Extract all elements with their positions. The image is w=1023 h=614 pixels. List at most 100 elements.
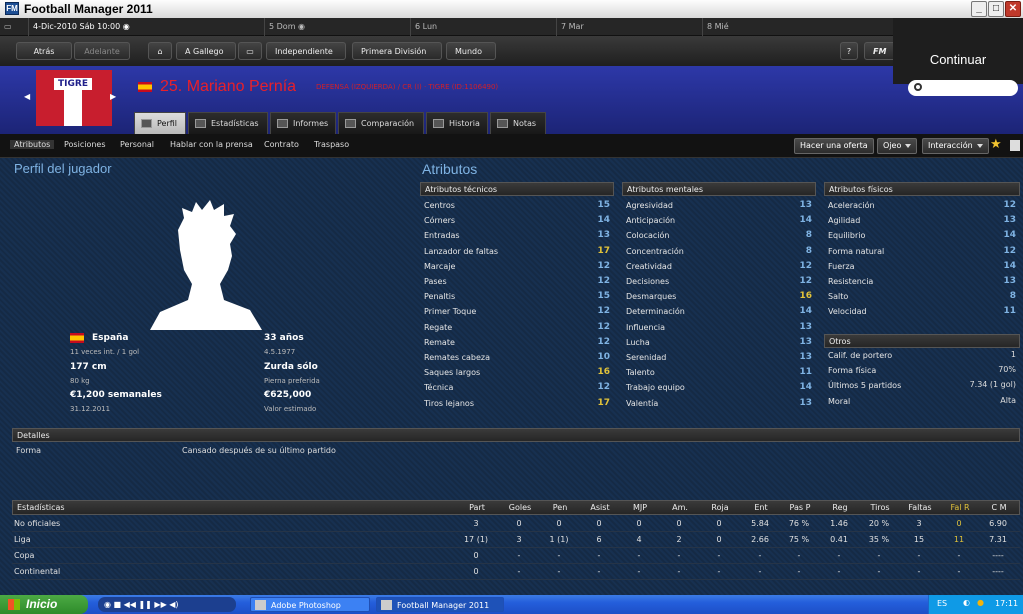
stats-column-header[interactable]: Goles <box>502 503 538 512</box>
table-cell: - <box>837 551 841 560</box>
subtab-contrato[interactable]: Contrato <box>264 140 299 149</box>
close-button[interactable]: ✕ <box>1005 1 1021 17</box>
day-5[interactable]: 5 Dom ◉ <box>264 18 410 36</box>
table-cell: 6.90 <box>989 519 1007 528</box>
interaction-menu[interactable]: Interacción <box>922 138 989 154</box>
stats-column-header[interactable]: Ent <box>743 503 779 512</box>
attribute-row: Anticipación 14 <box>622 214 816 229</box>
club-menu[interactable]: A Gallego <box>176 42 236 72</box>
continue-button[interactable]: Continuar <box>893 18 1023 84</box>
stats-column-header[interactable]: Fal R <box>942 503 978 512</box>
attribute-label: Remates cabeza <box>424 353 490 362</box>
subtab-personal[interactable]: Personal <box>120 140 154 149</box>
maximize-button[interactable]: □ <box>988 1 1004 17</box>
compare-icon <box>345 119 356 128</box>
stats-column-header[interactable]: Pas P <box>782 503 818 512</box>
stats-column-header[interactable]: Asist <box>582 503 618 512</box>
task-photoshop[interactable]: Adobe Photoshop <box>250 597 370 612</box>
back-button[interactable]: Atrás <box>16 42 72 60</box>
stats-column-header[interactable]: MJP <box>622 503 658 512</box>
help-button[interactable]: ? <box>840 42 858 60</box>
attribute-row: Agilidad 13 <box>824 214 1020 229</box>
tab-label: Notas <box>513 119 537 128</box>
next-player-icon[interactable]: ▶ <box>110 92 116 101</box>
table-row[interactable]: Copa 0- - - - - - - - - - - - ---- <box>12 548 1020 564</box>
attribute-row: Valentía 13 <box>622 397 816 412</box>
table-cell: 0.41 <box>830 535 848 544</box>
date-bar: ▭ 4-Dic-2010 Sáb 10:00 ◉ 5 Dom ◉ 6 Lun 7… <box>0 18 1023 36</box>
table-cell: 35 % <box>868 535 890 544</box>
contract-end: 31.12.2011 <box>70 405 111 413</box>
attribute-row: Decisiones 12 <box>622 275 816 290</box>
table-cell: - <box>717 551 721 560</box>
clock: 17:11 <box>995 599 1019 608</box>
subtab-posiciones[interactable]: Posiciones <box>64 140 106 149</box>
table-row[interactable]: Liga 17 (1) 3 1 (1) 6 4 2 0 2.66 75 % 0.41 35 % 15 11… <box>12 532 1020 548</box>
subtab-prensa[interactable]: Hablar con la prensa <box>170 140 253 149</box>
stats-column-header[interactable]: C M <box>981 503 1017 512</box>
current-date[interactable]: 4-Dic-2010 Sáb 10:00 ◉ <box>28 18 264 36</box>
tab-estadisticas[interactable]: Estadísticas <box>188 112 268 134</box>
subtab-atributos[interactable]: Atributos <box>10 140 55 149</box>
calendar-icon[interactable]: ▭ <box>0 18 28 36</box>
day-6[interactable]: 6 Lun <box>410 18 556 36</box>
league-menu[interactable]: Primera División <box>352 42 442 72</box>
forward-button[interactable]: Adelante <box>74 42 130 60</box>
day-7[interactable]: 7 Mar <box>556 18 702 36</box>
stats-column-header[interactable]: Tiros <box>862 503 898 512</box>
inbox-icon[interactable]: ▭ <box>238 42 262 60</box>
stats-column-header[interactable]: Reg <box>822 503 858 512</box>
attribute-label: Resistencia <box>828 277 874 286</box>
language-indicator[interactable]: ES <box>937 599 947 608</box>
stats-column-header[interactable]: Part <box>459 503 495 512</box>
attribute-label: Centros <box>424 201 455 210</box>
start-button[interactable]: Inicio <box>0 595 88 614</box>
notes-icon <box>497 119 508 128</box>
table-cell: 76 % <box>788 519 810 528</box>
day-8[interactable]: 8 Mié <box>702 18 892 36</box>
task-label: Adobe Photoshop <box>271 601 341 610</box>
prev-player-icon[interactable]: ◀ <box>24 92 30 101</box>
table-cell: 3 <box>916 519 922 528</box>
stats-column-header[interactable]: Am. <box>662 503 698 512</box>
tab-perfil[interactable]: Perfil <box>134 112 186 134</box>
stats-column-header[interactable]: Roja <box>702 503 738 512</box>
tab-label: Comparación <box>361 119 415 128</box>
attribute-label: Creatividad <box>626 261 672 271</box>
attribute-row: Lucha 13 <box>622 336 816 351</box>
network-tray-icon[interactable]: ● <box>977 598 984 607</box>
help-tray-icon[interactable]: ◐ <box>963 598 970 607</box>
tab-informes[interactable]: Informes <box>270 112 336 134</box>
subtab-traspaso[interactable]: Traspaso <box>314 140 349 149</box>
attribute-label: Remate <box>424 337 455 347</box>
club-badge[interactable]: TIGRE <box>36 70 112 126</box>
scout-menu[interactable]: Ojeo <box>877 138 918 154</box>
note-icon[interactable] <box>1010 140 1020 151</box>
attribute-label: Calif. de portero <box>828 351 893 360</box>
task-football-manager[interactable]: Football Manager 2011 <box>376 597 504 612</box>
minimize-button[interactable]: _ <box>971 1 987 17</box>
attribute-value: 8 <box>1009 291 1016 302</box>
attribute-value: 14 <box>799 306 812 317</box>
home-icon[interactable]: ⌂ <box>148 42 172 60</box>
table-cell: - <box>957 567 961 576</box>
table-row[interactable]: Continental 0- - - - - - - - - - - - ---- <box>12 564 1020 580</box>
table-cell: 11 <box>953 535 965 544</box>
stats-column-header[interactable]: Pen <box>542 503 578 512</box>
club-badge-label: TIGRE <box>54 78 92 90</box>
others-header: Otros <box>824 334 1020 348</box>
search-input[interactable] <box>908 80 1018 96</box>
tab-historia[interactable]: Historia <box>426 112 488 134</box>
attribute-row: Remates cabeza 10 <box>420 351 614 366</box>
stats-column-header[interactable]: Faltas <box>902 503 938 512</box>
media-player-controls[interactable]: ◉ ■ ◀◀ ❚❚ ▶▶ ◀) <box>98 597 236 612</box>
photoshop-icon <box>255 600 266 610</box>
star-icon[interactable]: ★ <box>990 137 1002 152</box>
tab-notas[interactable]: Notas <box>490 112 546 134</box>
tab-comparacion[interactable]: Comparación <box>338 112 424 134</box>
status-menu[interactable]: Independiente <box>266 42 346 72</box>
make-offer-button[interactable]: Hacer una oferta <box>794 138 874 154</box>
table-row[interactable]: No oficiales 3 0 0 0 0 0 0 5.84 76 % 1.46 20 % 3 0 6.9… <box>12 516 1020 532</box>
system-tray: ES ◐ ● 17:11 <box>928 595 1023 614</box>
world-menu[interactable]: Mundo <box>446 42 496 72</box>
